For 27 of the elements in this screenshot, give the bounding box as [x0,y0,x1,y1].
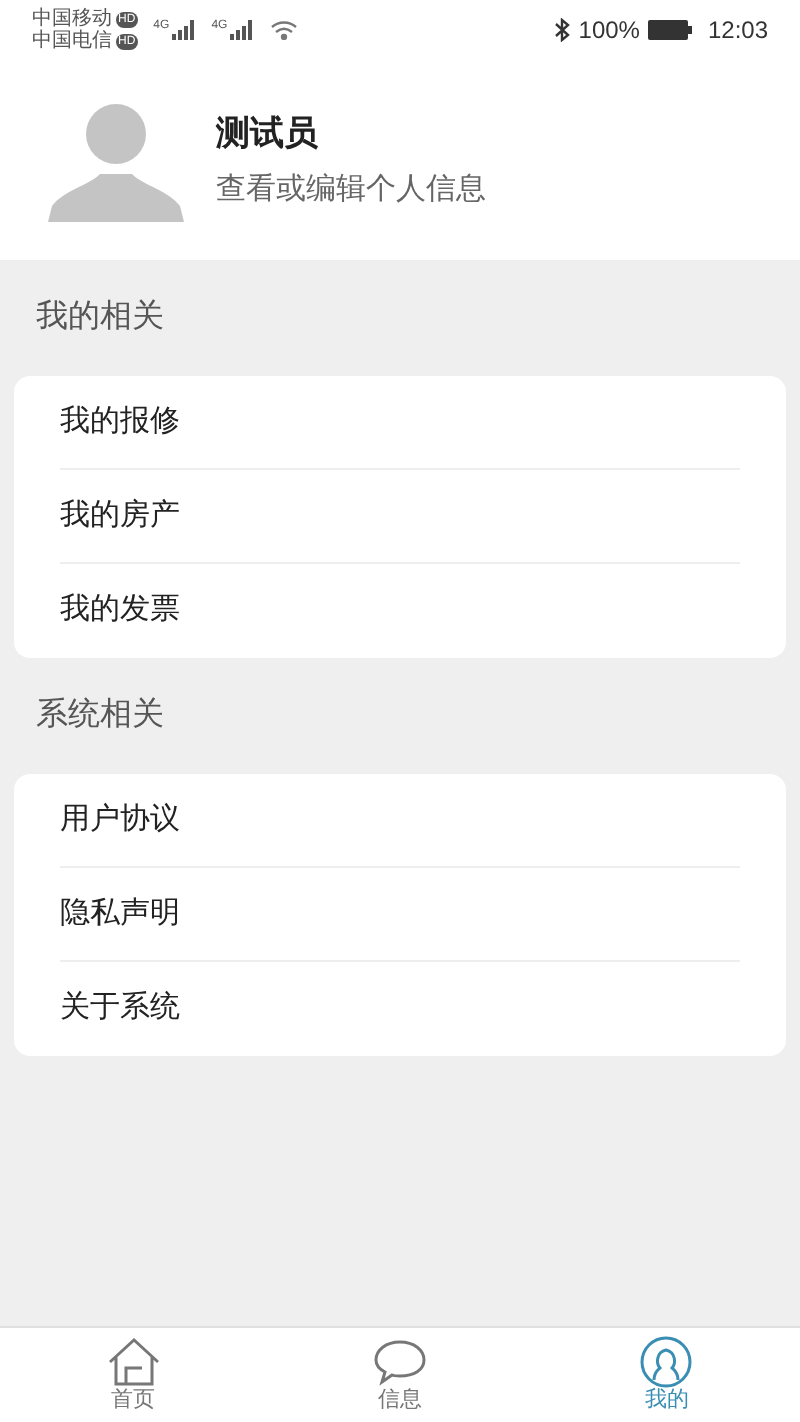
menu-item[interactable]: 关于系统 [60,962,740,1056]
profile-header[interactable]: 测试员 查看或编辑个人信息 [0,60,800,260]
speech-bubble-icon [371,1335,428,1388]
signal-icon [171,20,196,40]
bluetooth-icon [554,18,571,42]
menu-item[interactable]: 我的报修 [60,376,740,470]
carrier-name: 中国移动 [32,8,112,30]
profile-subtitle: 查看或编辑个人信息 [216,169,486,209]
avatar-silhouette-icon [48,98,184,222]
signal-icon [229,20,254,40]
tab-bar-item[interactable]: 我的 [533,1328,800,1422]
menu-item[interactable]: 我的房产 [60,470,740,564]
carrier-name: 中国电信 [32,30,112,52]
menu-item[interactable]: 用户协议 [60,774,740,868]
tab-bar-item[interactable]: 首页 [0,1328,267,1422]
home-icon [105,1335,162,1388]
user-icon [638,1335,695,1388]
battery-percent: 100% [578,14,640,48]
section-title: 我的相关 [36,297,164,338]
menu-item[interactable]: 我的发票 [60,564,740,658]
user-name: 测试员 [216,112,320,156]
section-title: 系统相关 [36,695,164,736]
wifi-icon [269,20,298,40]
battery-icon [647,20,692,40]
tab-bar-item[interactable]: 信息 [266,1328,534,1422]
menu-item[interactable]: 隐私声明 [60,868,740,962]
clock-time: 12:03 [707,14,768,48]
